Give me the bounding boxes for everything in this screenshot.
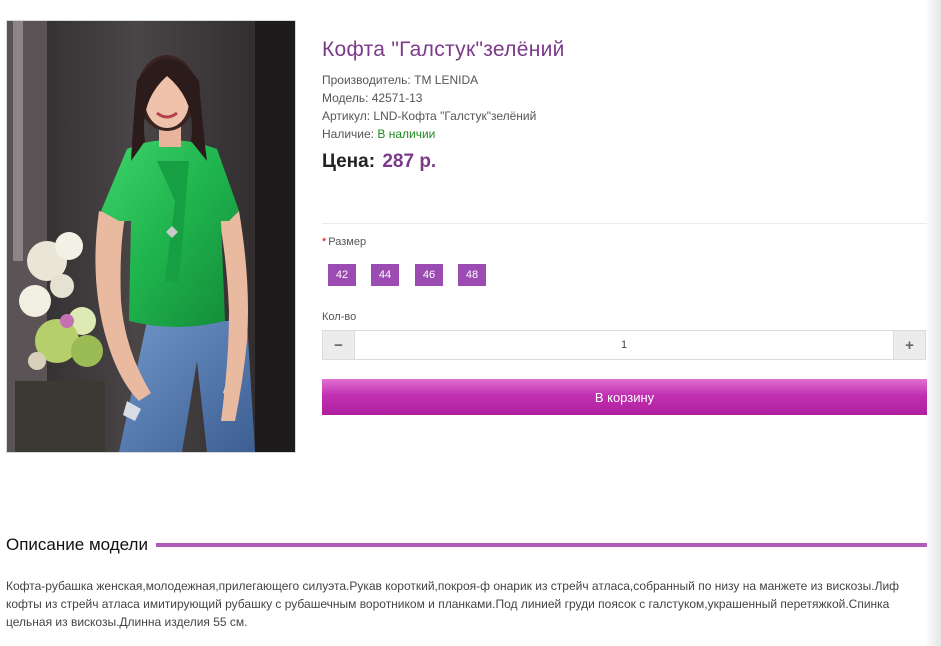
price-label: Цена: [322, 151, 376, 172]
size-option-44[interactable]: 44 [371, 264, 399, 286]
model-label: Модель: [322, 91, 369, 105]
quantity-decrease-button[interactable]: − [323, 331, 355, 359]
size-option-46[interactable]: 46 [415, 264, 443, 286]
quantity-input[interactable] [355, 331, 893, 359]
add-to-cart-button[interactable]: В корзину [322, 379, 927, 415]
description-title: Описание модели [6, 535, 148, 554]
manufacturer-link[interactable]: TM LENIDA [414, 73, 478, 87]
model-row: Модель: 42571-13 [322, 89, 536, 107]
product-meta: Производитель: TM LENIDA Модель: 42571-1… [322, 71, 536, 143]
model-value: 42571-13 [371, 91, 423, 105]
availability-row: Наличие: В наличии [322, 125, 536, 143]
sku-value: LND-Кофта "Галстук"зелёний [373, 109, 537, 123]
plus-icon: + [905, 336, 914, 354]
availability-label: Наличие: [322, 127, 375, 141]
minus-icon: − [334, 336, 343, 354]
manufacturer-label: Производитель: [322, 73, 411, 87]
quantity-label: Кол-во [322, 311, 357, 323]
description-heading-rule [155, 543, 927, 547]
product-photo-illustration [7, 21, 295, 452]
quantity-stepper: − + [322, 330, 926, 360]
description-heading: Описание модели [6, 533, 927, 557]
quantity-increase-button[interactable]: + [893, 331, 925, 359]
product-title: Кофта "Галстук"зелёний [322, 38, 565, 61]
product-image[interactable] [6, 20, 296, 453]
sku-row: Артикул: LND-Кофта "Галстук"зелёний [322, 107, 536, 125]
size-label: * Размер [322, 236, 366, 248]
size-option-48[interactable]: 48 [458, 264, 486, 286]
manufacturer-row: Производитель: TM LENIDA [322, 71, 536, 89]
description-text: Кофта-рубашка женская,молодежная,прилега… [6, 579, 900, 629]
availability-status: В наличии [377, 127, 436, 141]
size-label-text: Размер [328, 236, 367, 248]
size-option-42[interactable]: 42 [328, 264, 356, 286]
sku-label: Артикул: [322, 109, 371, 123]
required-marker: * [322, 236, 327, 248]
price: Цена: 287 р. [322, 151, 436, 173]
page-edge-shadow [925, 0, 941, 646]
price-amount: 287 р. [382, 151, 437, 172]
divider [322, 223, 927, 224]
